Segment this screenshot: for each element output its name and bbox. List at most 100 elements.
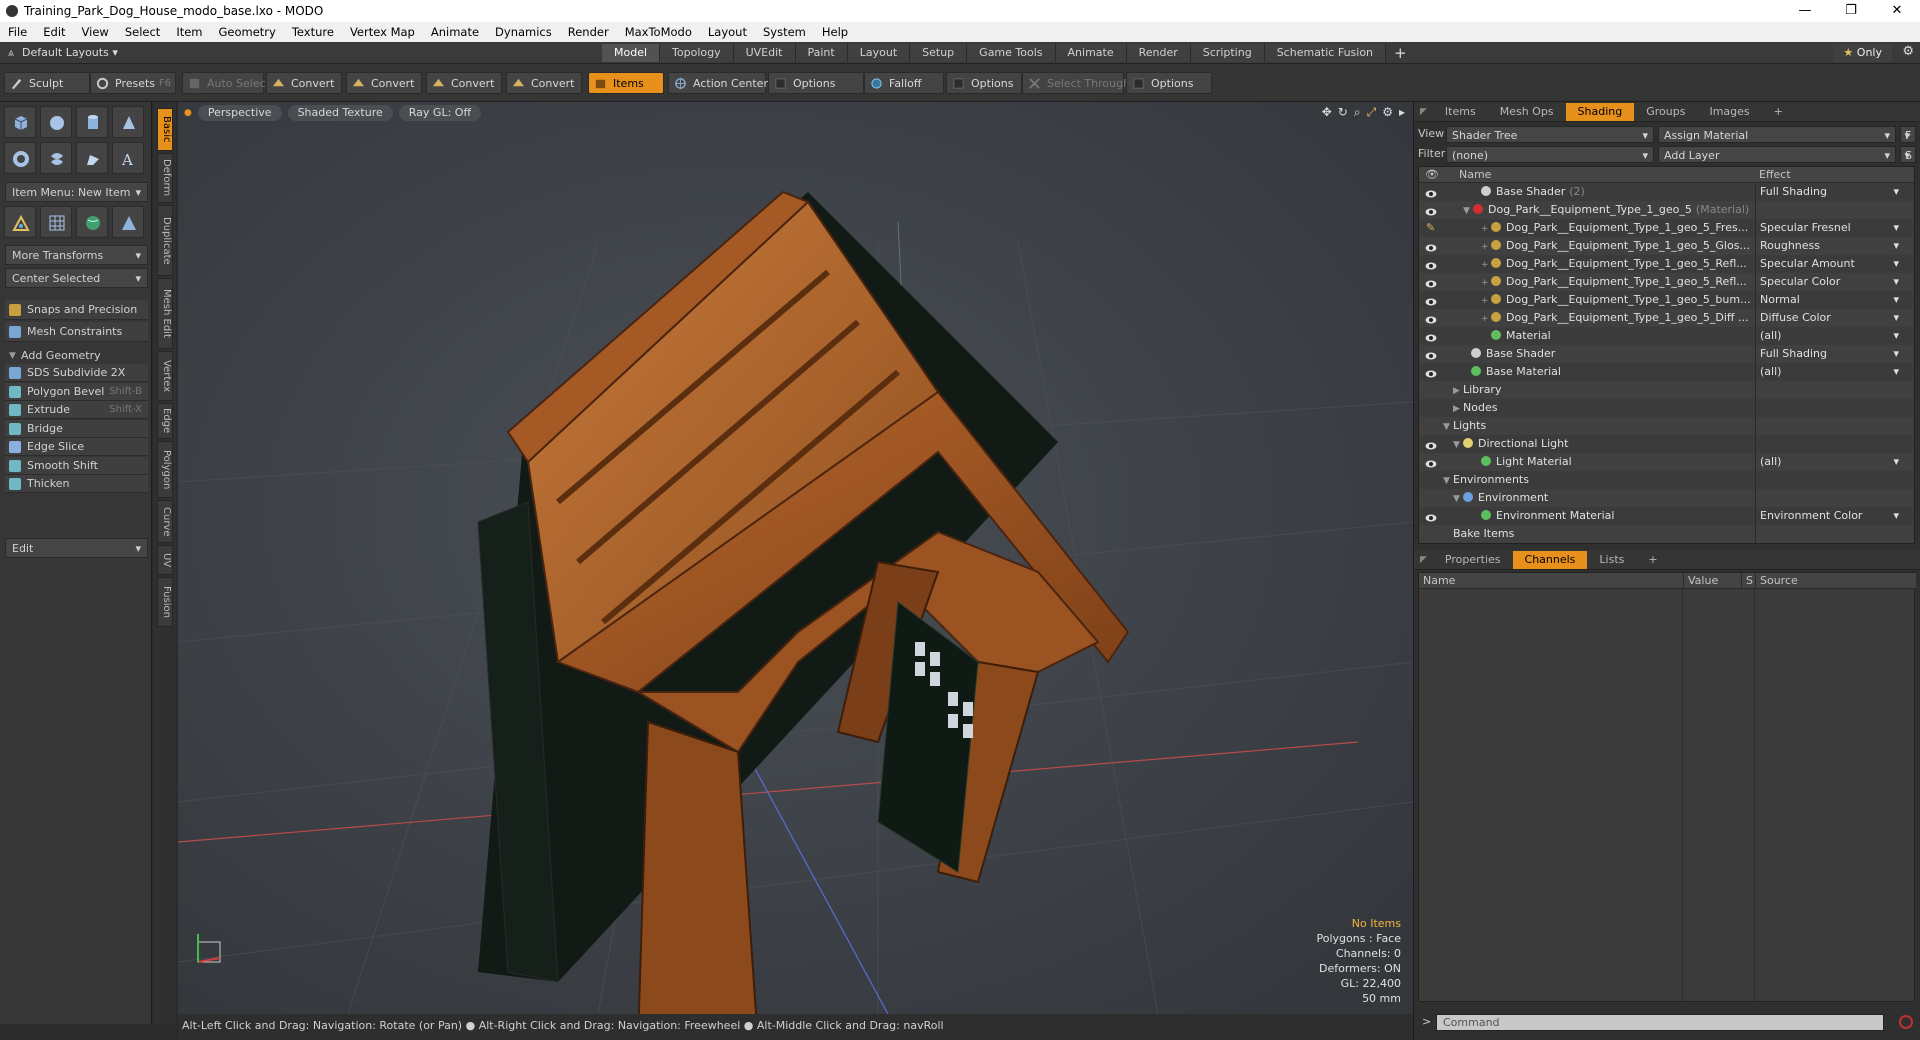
layout-tab-animate[interactable]: Animate — [1055, 43, 1127, 62]
layout-collapse-icon[interactable]: ⩓ — [0, 46, 22, 60]
expand-toggle-icon[interactable]: + — [1481, 238, 1491, 256]
panel-menu-icon[interactable]: ◤ — [1414, 107, 1433, 117]
shader-tree-row[interactable]: Material (all) — [1419, 327, 1914, 345]
menu-render[interactable]: Render — [560, 25, 617, 39]
maximize-button[interactable]: ❐ — [1828, 0, 1874, 22]
name-column-header[interactable]: Name — [1459, 167, 1491, 183]
vtab-duplicate[interactable]: Duplicate — [157, 205, 173, 276]
expand-toggle-icon[interactable]: + — [1481, 274, 1491, 292]
expand-toggle-icon[interactable]: ▼ — [1453, 436, 1463, 454]
expand-icon[interactable]: ▸ — [1399, 105, 1405, 120]
channel-value-column[interactable]: Value — [1683, 573, 1718, 589]
presets-button[interactable]: Presets F6 — [90, 72, 176, 94]
layer-effect[interactable]: Specular Amount — [1755, 255, 1905, 273]
properties-tab-lists[interactable]: Lists — [1587, 551, 1636, 569]
layout-tab-uvedit[interactable]: UVEdit — [733, 43, 796, 62]
add-layout-tab-button[interactable]: + — [1394, 44, 1407, 62]
capsule-primitive-button[interactable] — [40, 142, 72, 174]
shading-tab-add[interactable]: + — [1762, 103, 1795, 121]
cube-primitive-button[interactable] — [4, 106, 36, 138]
cylinder-primitive-button[interactable] — [76, 106, 108, 138]
raygl-button[interactable]: Ray GL: Off — [398, 105, 482, 121]
shader-tree-row[interactable]: Base Shader Full Shading — [1419, 345, 1914, 363]
shader-tree-row[interactable]: ▼ Lights — [1419, 417, 1914, 436]
vtab-mesh-edit[interactable]: Mesh Edit — [157, 278, 173, 349]
shader-tree-row[interactable]: + Dog_Park__Equipment_Type_1_geo_5_Refl..… — [1419, 255, 1914, 274]
layout-tab-render[interactable]: Render — [1126, 43, 1191, 62]
grid-button[interactable] — [40, 206, 72, 238]
add-geometry-header[interactable]: ▼ Add Geometry — [5, 346, 148, 366]
shading-tab-shading[interactable]: Shading — [1565, 102, 1635, 121]
layer-effect[interactable]: Full Shading — [1755, 183, 1905, 201]
shading-tab-mesh-ops[interactable]: Mesh Ops — [1488, 103, 1566, 121]
center-selected-dropdown[interactable]: Center Selected — [5, 268, 148, 289]
layer-effect[interactable]: Full Shading — [1755, 345, 1905, 363]
layer-effect[interactable]: Normal — [1755, 291, 1905, 309]
layout-tab-paint[interactable]: Paint — [795, 43, 848, 62]
layout-tab-setup[interactable]: Setup — [910, 43, 968, 62]
layout-tab-model[interactable]: Model — [602, 43, 661, 62]
shading-tab-images[interactable]: Images — [1697, 103, 1761, 121]
menu-animate[interactable]: Animate — [423, 25, 487, 39]
text-tool-button[interactable]: A — [112, 142, 144, 174]
expand-toggle-icon[interactable]: + — [1481, 256, 1491, 274]
vtab-polygon[interactable]: Polygon — [157, 441, 173, 498]
properties-tab-channels[interactable]: Channels — [1512, 550, 1588, 569]
record-icon[interactable] — [1899, 1015, 1913, 1029]
gear-icon[interactable]: ⚙ — [1902, 44, 1914, 59]
menu-geometry[interactable]: Geometry — [211, 25, 284, 39]
assign-material-dropdown[interactable]: Assign Material — [1658, 126, 1896, 144]
expand-toggle-icon[interactable]: ▼ — [1443, 418, 1453, 436]
perspective-button[interactable]: Perspective — [197, 105, 282, 121]
viewport-menu-icon[interactable]: ● — [184, 108, 192, 118]
shading-tab-groups[interactable]: Groups — [1634, 103, 1697, 121]
shading-tab-items[interactable]: Items — [1433, 103, 1488, 121]
channel-name-column[interactable]: Name — [1423, 573, 1455, 589]
expand-toggle-icon[interactable]: ▼ — [1463, 202, 1473, 220]
vtab-vertex[interactable]: Vertex — [157, 351, 173, 401]
gear-icon[interactable]: ⚙ — [1382, 105, 1393, 120]
select-options-button[interactable]: Options — [1126, 72, 1212, 94]
menu-system[interactable]: System — [755, 25, 814, 39]
layout-tab-topology[interactable]: Topology — [660, 43, 734, 62]
edit-dropdown[interactable]: Edit — [5, 538, 148, 559]
auto-select-button[interactable]: Auto Select — [182, 72, 270, 94]
view-dropdown[interactable]: Shader Tree — [1446, 126, 1654, 144]
convert-polygons-button[interactable]: Convert — [426, 72, 502, 94]
layout-tab-scripting[interactable]: Scripting — [1190, 43, 1265, 62]
fit-icon[interactable]: ⤢ — [1367, 105, 1377, 120]
only-toggle[interactable]: ★ Only — [1833, 44, 1892, 62]
properties-tab-properties[interactable]: Properties — [1433, 551, 1513, 569]
menu-view[interactable]: View — [74, 25, 117, 39]
layer-effect[interactable]: Environment Color — [1755, 507, 1905, 525]
convert-vertices-button[interactable]: Convert — [266, 72, 342, 94]
more-transforms-dropdown[interactable]: More Transforms — [5, 245, 148, 266]
layer-effect[interactable]: Roughness — [1755, 237, 1905, 255]
f-button[interactable]: F — [1900, 126, 1916, 144]
properties-tab-add[interactable]: + — [1636, 551, 1669, 569]
expand-toggle-icon[interactable]: + — [1481, 220, 1491, 238]
item-menu-dropdown[interactable]: Item Menu: New Item — [5, 182, 148, 203]
minimize-button[interactable]: — — [1782, 0, 1828, 22]
layer-effect[interactable]: Diffuse Color — [1755, 309, 1905, 327]
shader-tree-row[interactable]: Environment Material Environment Color — [1419, 507, 1914, 525]
tool-extrude[interactable]: Extrude Shift-X — [5, 401, 148, 419]
items-mode-button[interactable]: Items — [588, 72, 664, 94]
menu-layout[interactable]: Layout — [700, 25, 755, 39]
expand-toggle-icon[interactable]: + — [1481, 292, 1491, 310]
menu-texture[interactable]: Texture — [284, 25, 342, 39]
menu-dynamics[interactable]: Dynamics — [487, 25, 560, 39]
expand-toggle-icon[interactable]: ▶ — [1453, 400, 1463, 418]
default-layouts-dropdown[interactable]: Default Layouts ▾ — [22, 46, 602, 59]
zoom-icon[interactable]: ⌕ — [1354, 105, 1361, 120]
shader-tree-row[interactable]: ▼ Directional Light — [1419, 435, 1914, 454]
shader-tree-row[interactable]: Light Material (all) — [1419, 453, 1914, 471]
tool-smooth-shift[interactable]: Smooth Shift — [5, 456, 148, 475]
shaded-texture-button[interactable]: Shaded Texture — [287, 105, 393, 121]
add-layer-dropdown[interactable]: Add Layer — [1658, 146, 1896, 164]
tool-edge-slice[interactable]: Edge Slice — [5, 438, 148, 456]
layer-effect[interactable]: (all) — [1755, 453, 1905, 471]
s-button[interactable]: S — [1900, 146, 1916, 164]
layer-effect[interactable]: Specular Color — [1755, 273, 1905, 291]
shader-tree-row[interactable]: Bake Items — [1419, 525, 1914, 543]
